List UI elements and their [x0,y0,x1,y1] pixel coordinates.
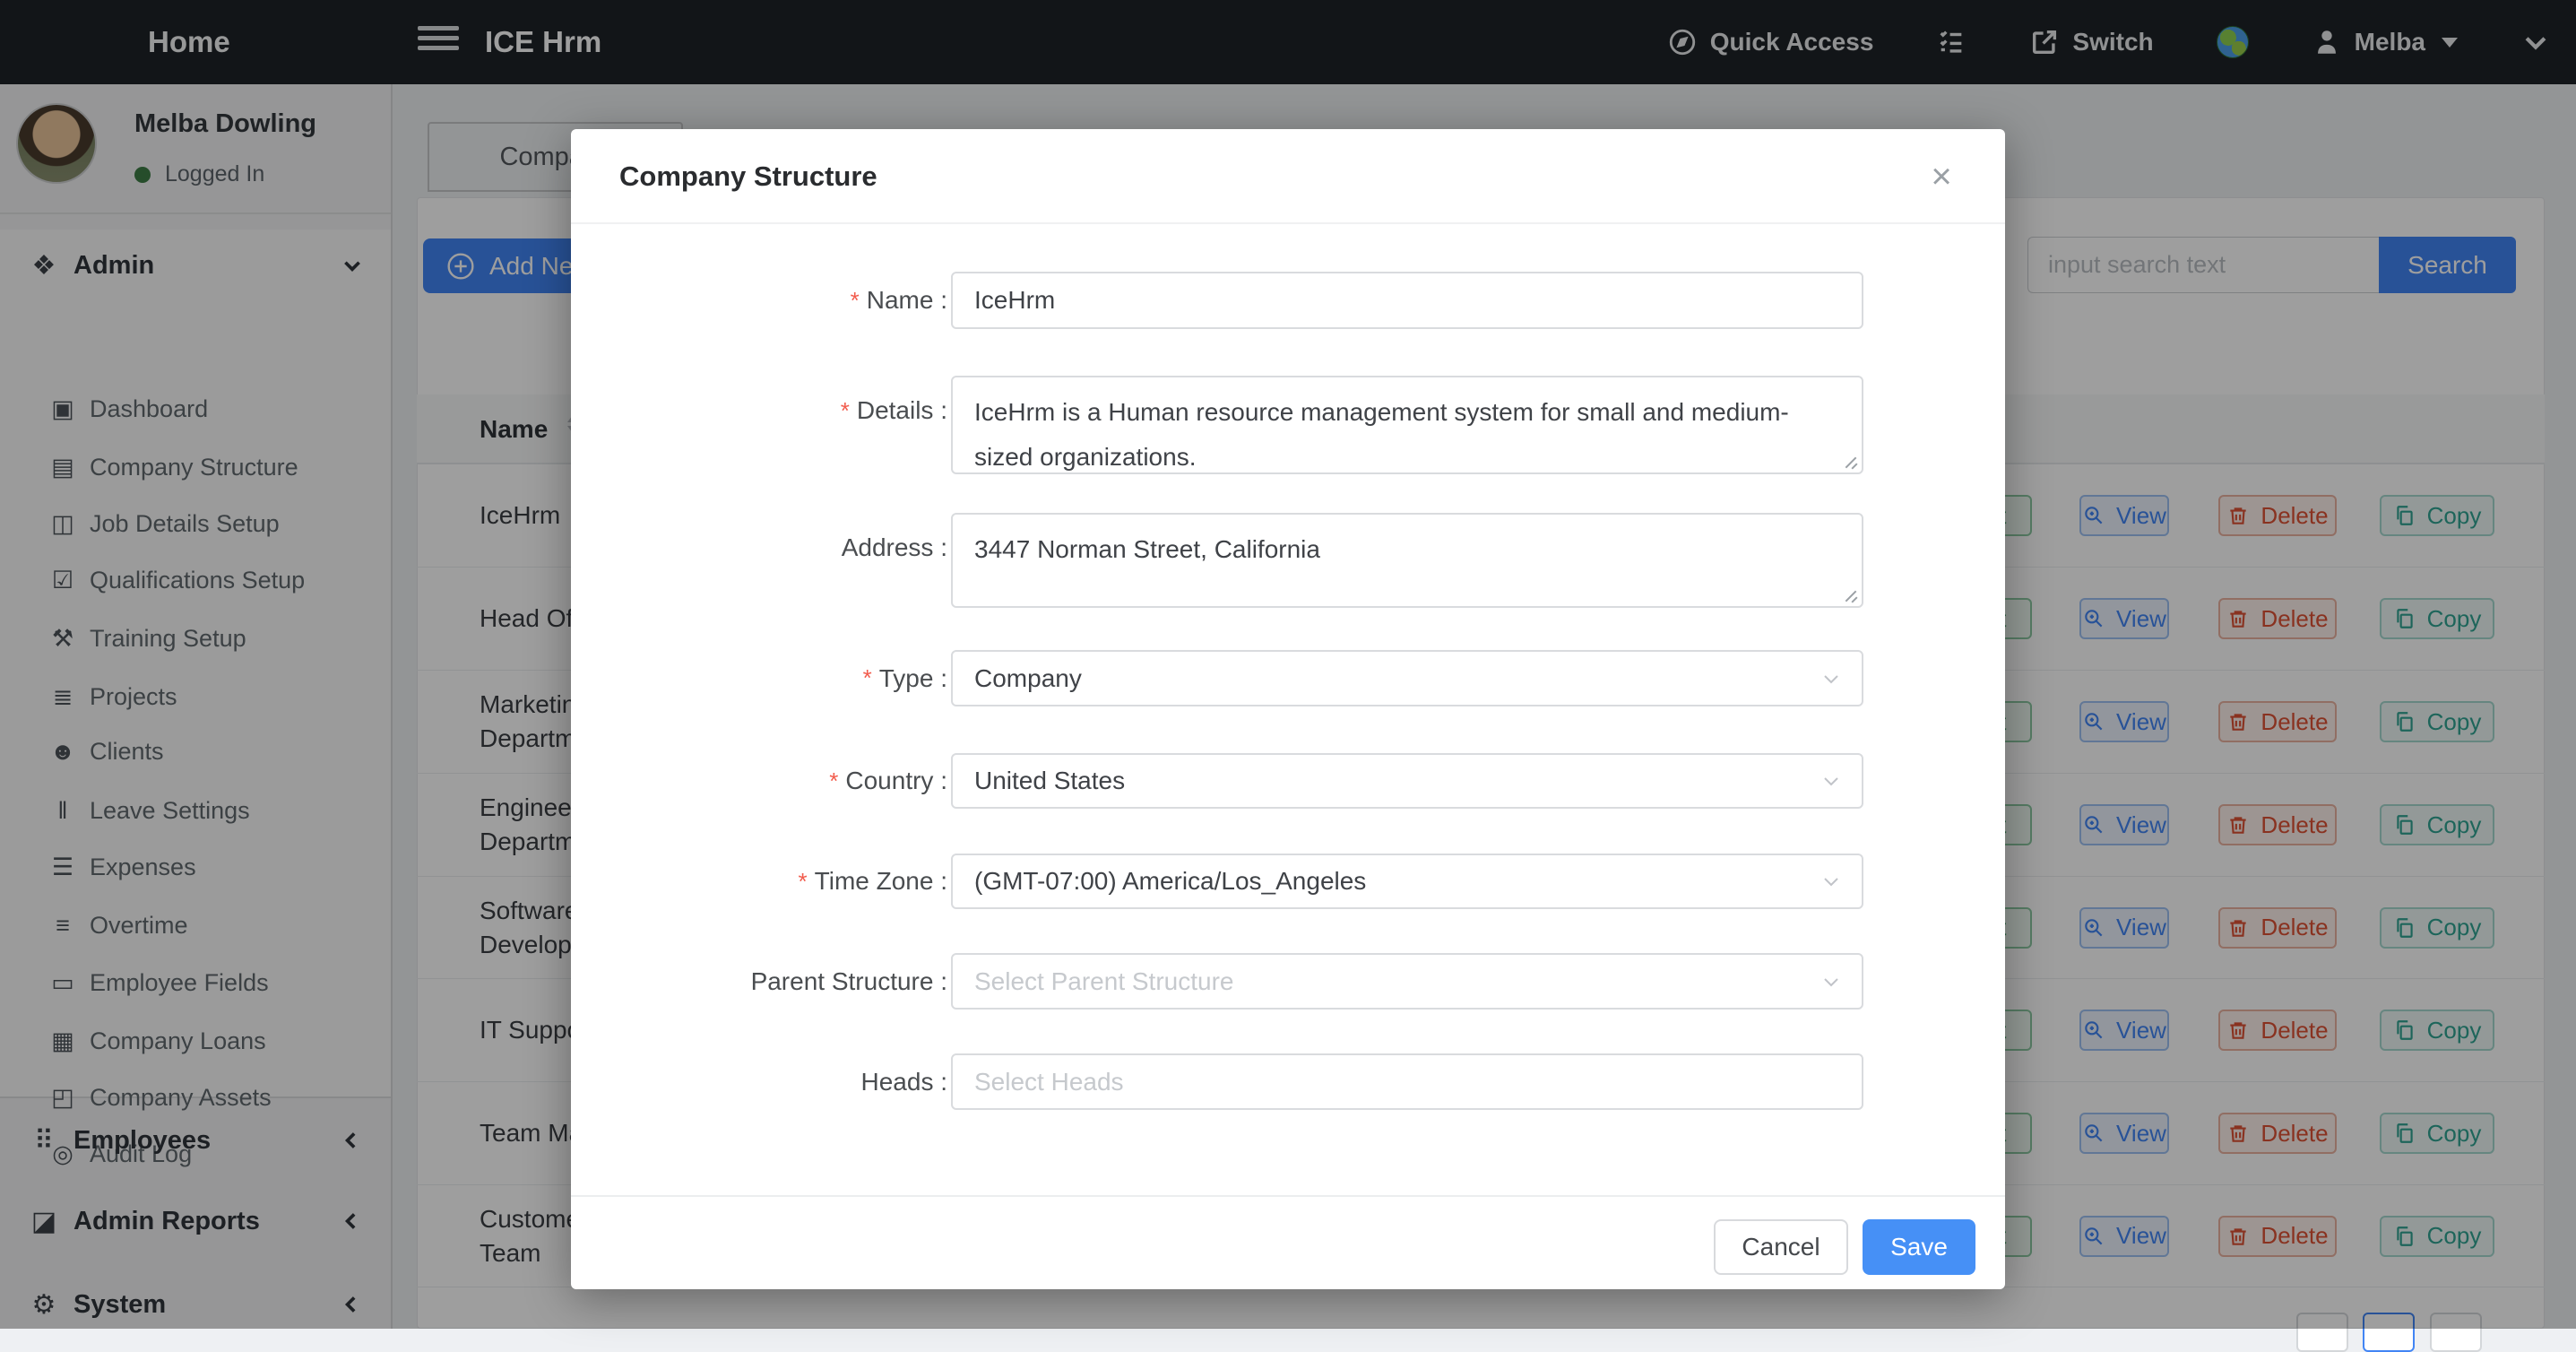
name-field-label: * Name : [607,272,947,329]
modal-footer: Cancel Save [571,1195,2005,1289]
resize-grip-icon[interactable] [1844,455,1858,469]
timezone-field-label: * Time Zone : [607,854,947,909]
country-select[interactable]: United States [951,753,1863,809]
screen: Home ICE Hrm Quick Access Switch [0,0,2576,1329]
save-button[interactable]: Save [1863,1219,1975,1275]
resize-grip-icon[interactable] [1844,588,1858,602]
chevron-down-icon [1820,871,1842,892]
field-row-country: * Country : United States [571,753,2005,809]
parent-structure-select[interactable]: Select Parent Structure [951,953,1863,1010]
details-field[interactable]: IceHrm is a Human resource management sy… [951,376,1863,474]
field-row-name: * Name : [571,272,2005,329]
field-row-details: * Details : IceHrm is a Human resource m… [571,376,2005,474]
modal-header: Company Structure × [571,129,2005,224]
address-field-label: Address : [607,525,947,570]
chevron-down-icon [1820,971,1842,992]
heads-field[interactable] [951,1053,1863,1110]
name-field[interactable] [951,272,1863,329]
type-field-label: * Type : [607,650,947,706]
field-row-address: Address : 3447 Norman Street, California [571,513,2005,608]
modal-title: Company Structure [619,129,877,224]
field-row-parent-structure: Parent Structure : Select Parent Structu… [571,953,2005,1010]
type-select[interactable]: Company [951,650,1863,706]
chevron-down-icon [1820,770,1842,792]
address-field[interactable]: 3447 Norman Street, California [951,513,1863,608]
field-row-heads: Heads : [571,1053,2005,1110]
timezone-select[interactable]: (GMT-07:00) America/Los_Angeles [951,854,1863,909]
field-row-timezone: * Time Zone : (GMT-07:00) America/Los_An… [571,854,2005,909]
details-field-label: * Details : [607,388,947,433]
close-icon[interactable]: × [1919,154,1964,199]
parent-structure-field-label: Parent Structure : [607,953,947,1010]
field-row-type: * Type : Company [571,650,2005,706]
cancel-button[interactable]: Cancel [1714,1219,1848,1275]
heads-field-label: Heads : [607,1053,947,1110]
company-structure-modal: Company Structure × * Name : * Details :… [571,129,2005,1289]
chevron-down-icon [1820,668,1842,689]
country-field-label: * Country : [607,753,947,809]
